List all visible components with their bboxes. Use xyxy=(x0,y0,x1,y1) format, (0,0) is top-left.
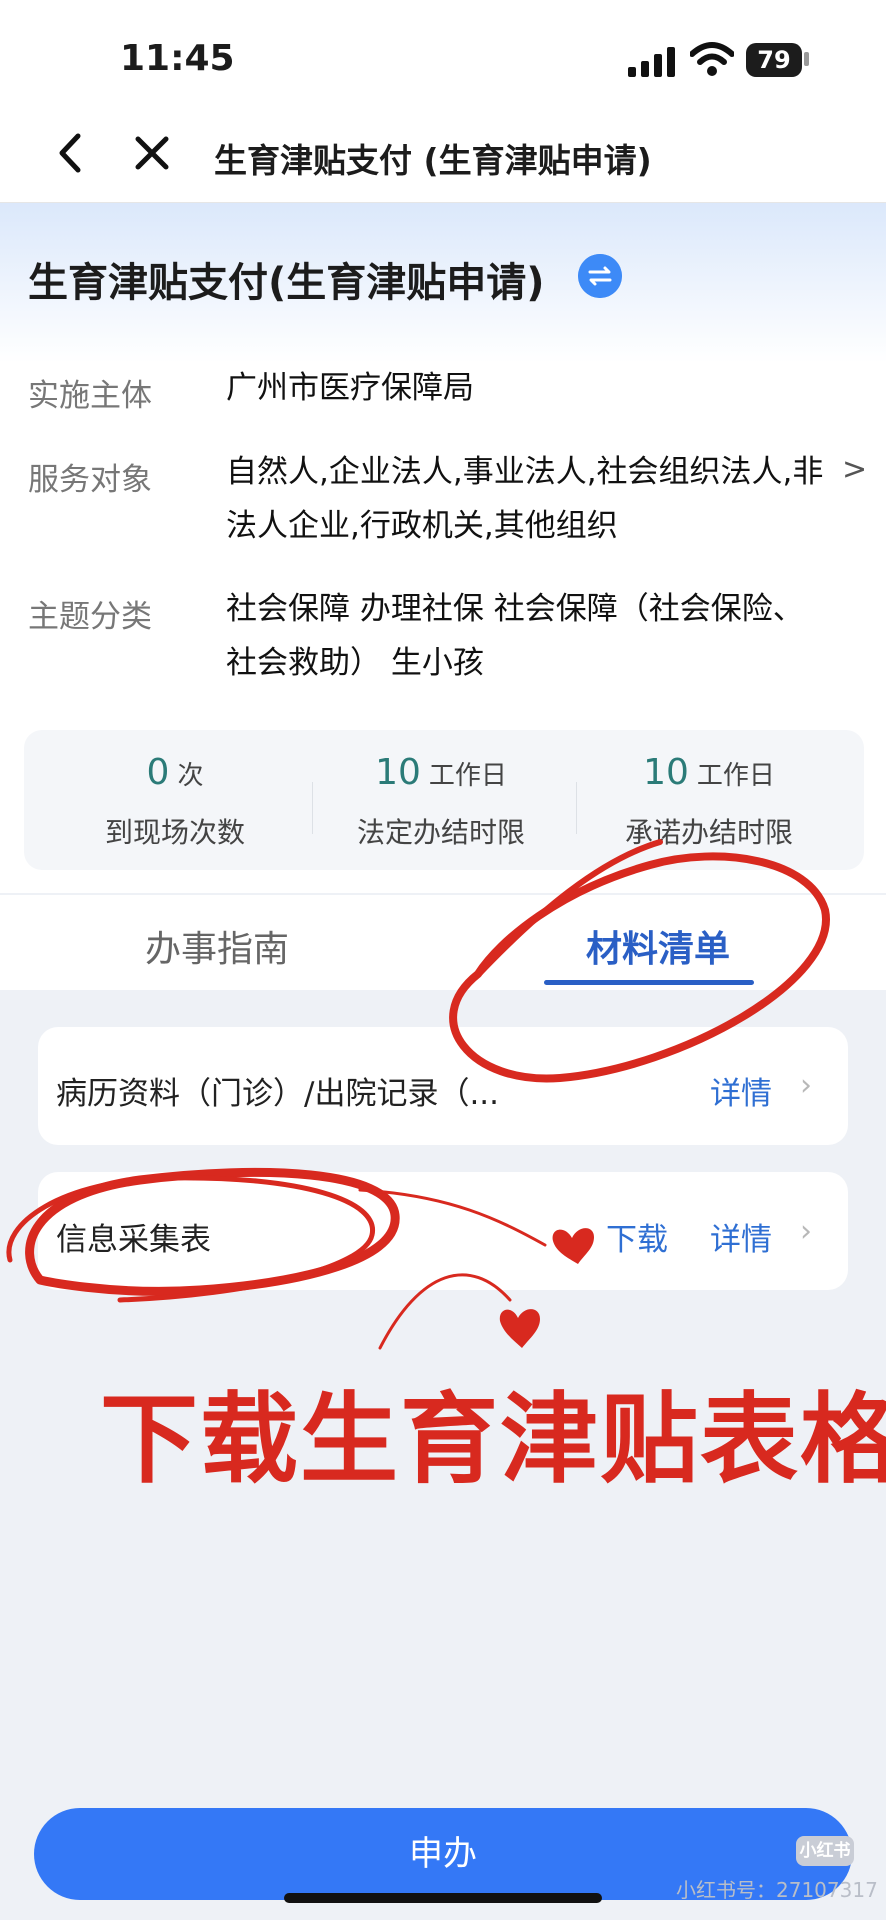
download-link[interactable]: 下载 xyxy=(606,1214,668,1259)
status-time: 11:45 xyxy=(120,38,235,79)
tab-bar xyxy=(0,895,886,990)
chevron-right-icon[interactable]: > xyxy=(842,452,867,487)
cellular-signal-icon xyxy=(628,47,675,77)
details-link[interactable]: 详情 xyxy=(710,1068,772,1113)
service-title: 生育津贴支付(生育津贴申请) xyxy=(28,260,545,306)
battery-cap xyxy=(804,52,809,66)
stat-legal-limit-unit: 工作日 xyxy=(428,761,507,791)
stat-visits-caption: 到现场次数 xyxy=(104,816,245,849)
stat-promised-limit-number: 10 xyxy=(643,752,689,793)
stat-visits: 0次 到现场次数 xyxy=(40,752,310,851)
tab-materials[interactable]: 材料清单 xyxy=(586,920,730,972)
topic-category-value: 社会保障 办理社保 社会保障（社会保险、社会救助） 生小孩 xyxy=(226,591,804,681)
battery-icon: 79 xyxy=(746,43,802,77)
watermark-badge: 小红书 xyxy=(796,1836,854,1866)
service-target-value: 自然人,企业法人,事业法人,社会组织法人,非法人企业,行政机关,其他组织 xyxy=(226,454,824,544)
close-icon[interactable] xyxy=(130,128,174,178)
stat-legal-limit-number: 10 xyxy=(375,752,421,793)
chevron-right-icon: › xyxy=(800,1068,812,1103)
tab-guide[interactable]: 办事指南 xyxy=(145,920,289,972)
wifi-icon xyxy=(690,42,734,76)
stat-legal-limit-caption: 法定办结时限 xyxy=(356,816,525,849)
implementer-value: 广州市医疗保障局 xyxy=(226,370,474,406)
material-item-label: 信息采集表 xyxy=(56,1222,211,1258)
back-icon[interactable] xyxy=(50,128,90,178)
stat-legal-limit: 10 工作日 法定办结时限 xyxy=(306,752,576,851)
service-target-label: 服务对象 xyxy=(28,462,152,498)
stat-visits-number: 0 xyxy=(146,752,170,793)
switch-icon[interactable] xyxy=(578,254,622,298)
annotation-heart-2 xyxy=(499,1309,540,1348)
stat-promised-limit-caption: 承诺办结时限 xyxy=(624,816,793,849)
stat-visits-unit: 次 xyxy=(177,761,204,791)
stat-promised-limit: 10 工作日 承诺办结时限 xyxy=(574,752,844,851)
annotation-text: 下载生育津贴表格 xyxy=(100,1383,886,1497)
implementer-label: 实施主体 xyxy=(28,378,152,414)
active-tab-indicator xyxy=(544,980,754,985)
watermark-text: 小红书号：27107317 xyxy=(676,1878,878,1902)
topic-category-label: 主题分类 xyxy=(28,599,152,635)
nav-title: 生育津贴支付 (生育津贴申请) xyxy=(214,141,652,180)
details-link[interactable]: 详情 xyxy=(710,1214,772,1259)
material-item-label: 病历资料（门诊）/出院记录（... xyxy=(56,1076,500,1112)
home-indicator[interactable] xyxy=(284,1893,602,1903)
stat-promised-limit-unit: 工作日 xyxy=(696,761,775,791)
chevron-right-icon: › xyxy=(800,1214,812,1249)
